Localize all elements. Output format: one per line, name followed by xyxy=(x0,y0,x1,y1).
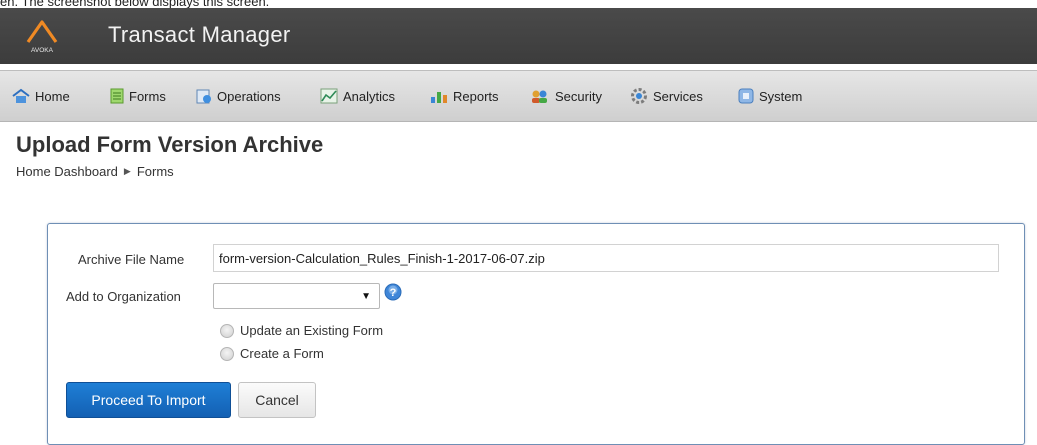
add-to-organization-label: Add to Organization xyxy=(66,289,181,304)
app-header: AVOKA Transact Manager xyxy=(0,8,1037,64)
caret-down-icon: ▼ xyxy=(361,291,371,302)
nav-item-home[interactable]: Home xyxy=(12,71,70,121)
breadcrumb-home-dashboard[interactable]: Home Dashboard xyxy=(16,164,118,179)
nav-item-services[interactable]: Services xyxy=(630,71,703,121)
archive-file-name-field[interactable]: form-version-Calculation_Rules_Finish-1-… xyxy=(213,244,999,272)
services-icon xyxy=(631,88,647,104)
page-title: Upload Form Version Archive xyxy=(16,132,324,157)
organization-select[interactable]: ▼ xyxy=(213,283,380,309)
analytics-icon xyxy=(320,88,338,104)
forms-icon xyxy=(110,88,124,104)
help-icon[interactable]: ? xyxy=(384,283,402,301)
radio-label-update: Update an Existing Form xyxy=(240,323,384,338)
operations-icon xyxy=(196,89,211,104)
radio-button[interactable] xyxy=(220,323,234,338)
breadcrumb-separator-icon: ▶ xyxy=(123,166,131,176)
reports-icon xyxy=(431,92,447,103)
radio-update-existing-form[interactable]: Update an Existing Form xyxy=(220,323,383,338)
nav-item-forms[interactable]: Forms xyxy=(110,71,166,121)
svg-text:?: ? xyxy=(390,287,397,299)
home-icon xyxy=(12,88,30,103)
cancel-button[interactable]: Cancel xyxy=(238,382,316,418)
nav-item-reports[interactable]: Reports xyxy=(430,71,499,121)
archive-file-name-label: Archive File Name xyxy=(78,252,185,267)
app-title: Transact Manager xyxy=(108,22,291,47)
radio-button[interactable] xyxy=(220,346,234,361)
nav-label-home: Home xyxy=(35,88,70,104)
nav-label-services: Services xyxy=(653,88,703,104)
caption-text: en. The screenshot below displays this s… xyxy=(0,0,270,9)
radio-label-create: Create a Form xyxy=(240,346,324,361)
svg-text:AVOKA: AVOKA xyxy=(31,47,54,54)
system-icon xyxy=(738,88,754,104)
security-icon xyxy=(532,90,547,103)
nav-item-system[interactable]: System xyxy=(738,71,802,121)
avoka-logo: AVOKA xyxy=(26,20,58,54)
nav-label-security: Security xyxy=(555,88,602,104)
nav-label-forms: Forms xyxy=(129,88,166,104)
main-navigation: Home Forms Operations Analytics Reports xyxy=(0,70,1037,122)
nav-label-system: System xyxy=(759,88,803,104)
radio-create-form[interactable]: Create a Form xyxy=(220,346,324,361)
proceed-to-import-button[interactable]: Proceed To Import xyxy=(66,382,231,418)
breadcrumb-forms[interactable]: Forms xyxy=(137,164,174,179)
nav-item-security[interactable]: Security xyxy=(530,71,602,121)
nav-item-operations[interactable]: Operations xyxy=(196,71,281,121)
nav-label-analytics: Analytics xyxy=(343,88,396,104)
nav-item-analytics[interactable]: Analytics xyxy=(320,71,395,121)
nav-label-operations: Operations xyxy=(217,88,281,104)
nav-label-reports: Reports xyxy=(453,88,499,104)
breadcrumb: Home Dashboard ▶ Forms xyxy=(16,164,174,179)
